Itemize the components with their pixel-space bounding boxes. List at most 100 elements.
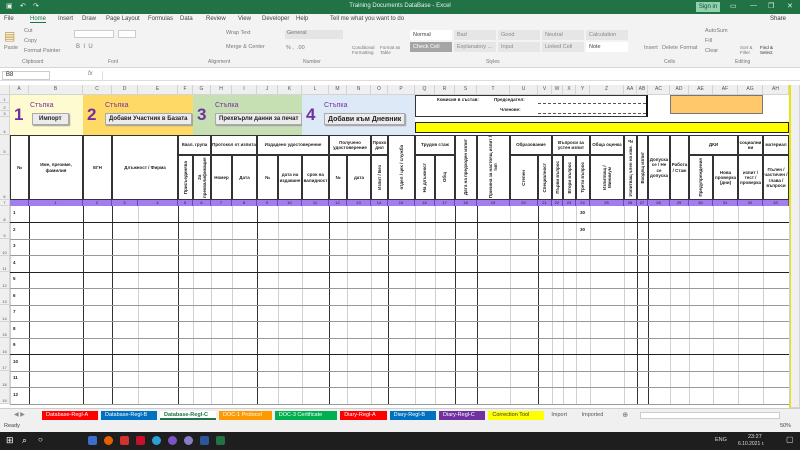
column-header-P[interactable]: P	[388, 85, 415, 95]
app-icon[interactable]	[88, 436, 97, 445]
row-header-15[interactable]: 15	[0, 321, 10, 338]
column-header-T[interactable]: T	[477, 85, 510, 95]
question-cell[interactable]: 30	[580, 210, 585, 215]
row-number-cell[interactable]: 3	[13, 243, 16, 248]
row-number-cell[interactable]: 12	[13, 392, 18, 397]
tab-home[interactable]: Home	[30, 16, 47, 23]
clock-date[interactable]: 6.10.2021 г.	[738, 441, 764, 447]
sheet-tab-database-regl-a[interactable]: Database-Regl-A	[42, 411, 98, 420]
tab-page-layout[interactable]: Page Layout	[106, 16, 140, 22]
app-icon[interactable]	[184, 436, 193, 445]
column-header-AF[interactable]: AF	[713, 85, 738, 95]
column-header-G[interactable]: G	[193, 85, 211, 95]
tab-developer[interactable]: Developer	[262, 16, 289, 22]
close-button[interactable]: ✕	[787, 2, 793, 10]
insert-cells-button[interactable]: Insert	[644, 45, 658, 51]
row-header-17[interactable]: 17	[0, 354, 10, 371]
viber-icon[interactable]	[168, 436, 177, 445]
column-header-AD[interactable]: AD	[670, 85, 689, 95]
step-2-button[interactable]: Добави Участник в Базата	[105, 113, 192, 125]
column-header-R[interactable]: R	[435, 85, 455, 95]
cell-style-normal[interactable]: Normal	[410, 30, 452, 40]
merge-center-button[interactable]: Merge & Center	[226, 44, 265, 50]
app-icon[interactable]	[120, 436, 129, 445]
maximize-button[interactable]: ❐	[768, 2, 774, 10]
column-header-AH[interactable]: AH	[763, 85, 789, 95]
zoom-level[interactable]: 50%	[780, 423, 791, 429]
format-painter-button[interactable]: Format Painter	[24, 48, 60, 54]
sheet-tab-diary-regl-c[interactable]: Diary-Regl-C	[439, 411, 486, 420]
row-number-cell[interactable]: 1	[13, 210, 16, 215]
column-header-AC[interactable]: AC	[648, 85, 670, 95]
firefox-icon[interactable]	[104, 436, 113, 445]
cortana-icon[interactable]: ○	[38, 435, 43, 444]
column-header-Z[interactable]: Z	[590, 85, 624, 95]
number-format-select[interactable]: General	[285, 30, 343, 39]
sheet-tab-doc-1-protocol[interactable]: DOC-1 Protocol	[219, 411, 272, 420]
row-header-8[interactable]: 8	[0, 206, 10, 223]
sheet-tab-diary-regl-b[interactable]: Diary-Regl-B	[389, 411, 436, 420]
cell-style-checkcell[interactable]: Check Cell	[410, 42, 452, 52]
column-header-O[interactable]: O	[371, 85, 388, 95]
question-cell[interactable]: 30	[580, 227, 585, 232]
sort-filter-button[interactable]: Sort & Filter	[740, 45, 758, 55]
fill-button[interactable]: Fill	[705, 38, 712, 44]
name-box[interactable]: B8	[2, 71, 50, 80]
row-header-18[interactable]: 18	[0, 371, 10, 388]
formula-input[interactable]	[102, 71, 796, 80]
step-4-button[interactable]: Добави към Дневник	[324, 113, 406, 125]
minimize-button[interactable]: —	[750, 2, 757, 9]
conditional-formatting-button[interactable]: Conditional Formatting	[352, 45, 378, 55]
language-indicator[interactable]: ENG	[715, 437, 727, 443]
column-header-D[interactable]: D	[112, 85, 138, 95]
word-icon[interactable]	[200, 436, 209, 445]
column-header-A[interactable]: A	[10, 85, 29, 95]
format-cells-button[interactable]: Format	[680, 45, 697, 51]
font-size-select[interactable]	[118, 30, 136, 38]
column-header-AB[interactable]: AB	[637, 85, 648, 95]
row-header-6[interactable]: 6	[0, 155, 10, 200]
autosum-button[interactable]: AutoSum	[705, 28, 728, 34]
tab-help[interactable]: Help	[296, 16, 308, 22]
column-header-B[interactable]: B	[29, 85, 83, 95]
bold-italic-underline-buttons[interactable]: B I U	[76, 44, 93, 50]
wrap-text-button[interactable]: Wrap Text	[226, 30, 251, 36]
cell-style-bad[interactable]: Bad	[454, 30, 496, 40]
horizontal-scrollbar[interactable]	[640, 412, 780, 419]
clock-time[interactable]: 23:27	[748, 434, 762, 440]
tab-file[interactable]: File	[4, 16, 14, 22]
sign-in-button[interactable]: Sign in	[696, 2, 720, 12]
tab-review[interactable]: Review	[206, 16, 226, 22]
column-header-Y[interactable]: Y	[576, 85, 590, 95]
column-header-V[interactable]: V	[538, 85, 552, 95]
sheet-tab-diary-regl-a[interactable]: Diary-Regl-A	[340, 411, 387, 420]
search-icon[interactable]: ⌕	[22, 435, 27, 446]
row-header-10[interactable]: 10	[0, 239, 10, 256]
cell-style-calculation[interactable]: Calculation	[586, 30, 628, 40]
edge-icon[interactable]	[152, 436, 161, 445]
paste-button[interactable]: Paste	[4, 45, 18, 51]
sheet-tab-database-regl-b[interactable]: Database-Regl-B	[101, 411, 157, 420]
cell-style-input[interactable]: Input	[498, 42, 540, 52]
copy-button[interactable]: Copy	[24, 38, 37, 44]
column-header-AE[interactable]: AE	[689, 85, 713, 95]
row-header-16[interactable]: 16	[0, 338, 10, 355]
column-header-X[interactable]: X	[563, 85, 576, 95]
row-header-12[interactable]: 12	[0, 272, 10, 289]
column-header-C[interactable]: C	[83, 85, 112, 95]
find-select-button[interactable]: Find & Select	[760, 45, 780, 55]
column-header-U[interactable]: U	[510, 85, 538, 95]
column-header-F[interactable]: F	[178, 85, 193, 95]
tab-draw[interactable]: Draw	[82, 16, 96, 22]
paste-icon[interactable]: ▤	[4, 29, 15, 43]
row-header-9[interactable]: 9	[0, 222, 10, 239]
format-as-table-button[interactable]: Format as Table	[380, 45, 402, 55]
row-header-1[interactable]: 1	[0, 95, 10, 103]
excel-icon[interactable]	[216, 436, 225, 445]
column-header-W[interactable]: W	[552, 85, 563, 95]
column-header-L[interactable]: L	[302, 85, 329, 95]
tab-insert[interactable]: Insert	[58, 16, 73, 22]
column-header-S[interactable]: S	[455, 85, 477, 95]
row-header-4[interactable]: 4	[0, 117, 10, 135]
select-all-corner[interactable]	[0, 85, 10, 95]
